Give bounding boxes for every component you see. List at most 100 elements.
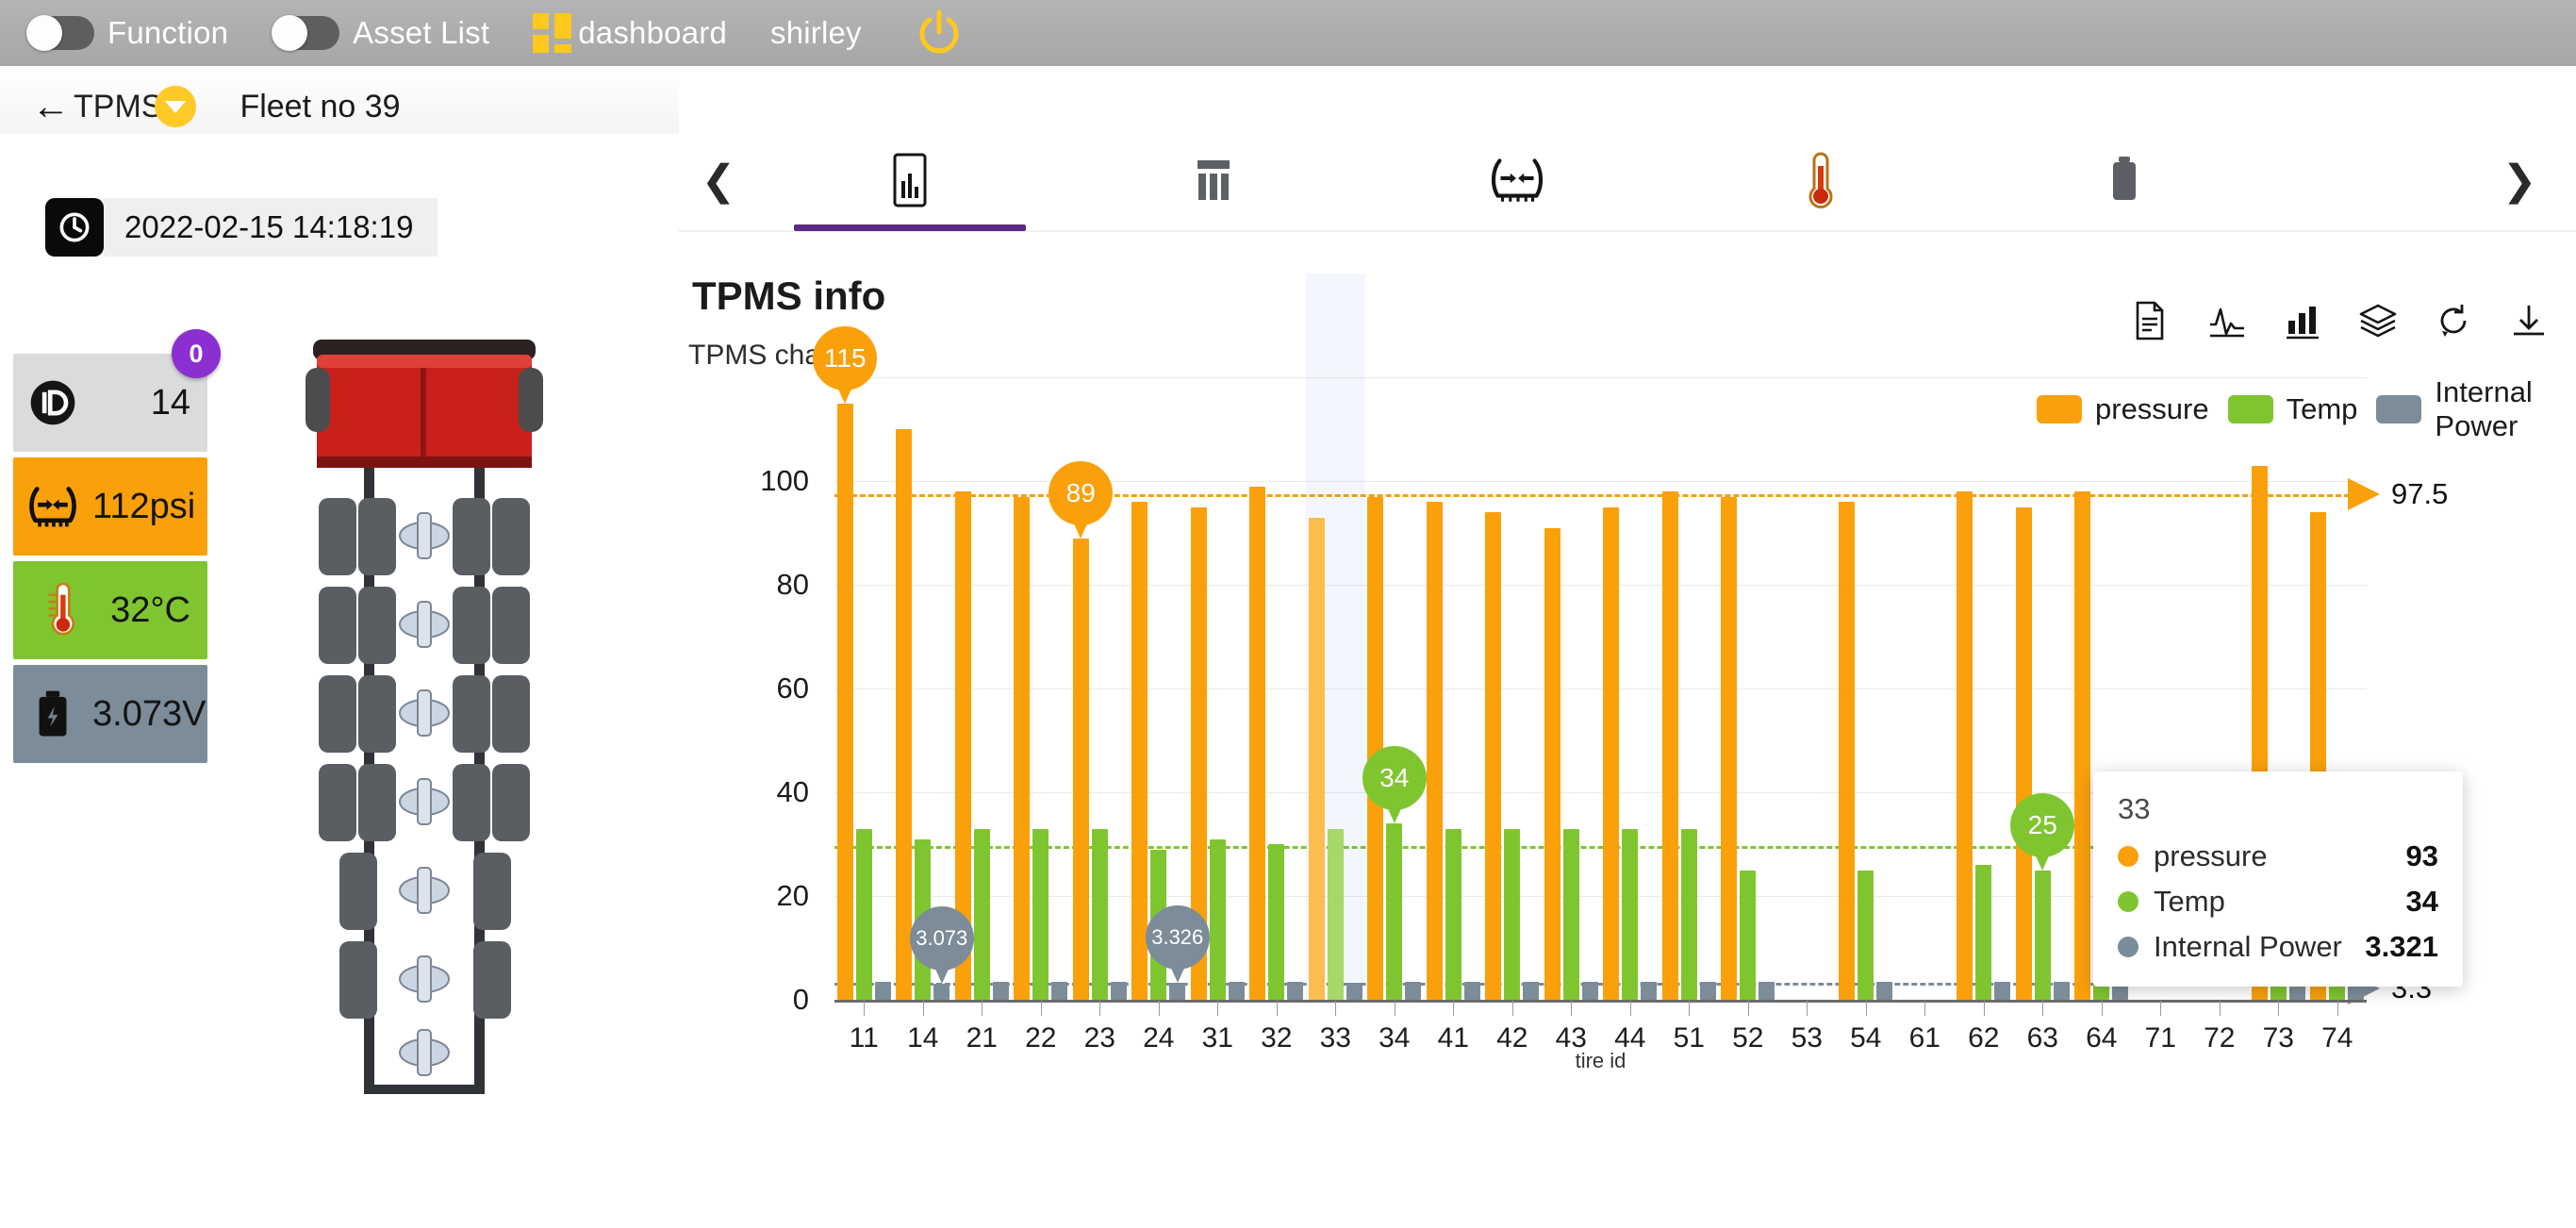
- bar-internal-power[interactable]: [1346, 982, 1362, 1000]
- chevron-down-icon[interactable]: [155, 86, 197, 127]
- bar-internal-power[interactable]: [1463, 981, 1480, 1000]
- bar-group[interactable]: [1424, 377, 1483, 1000]
- bar-temp[interactable]: [1032, 828, 1049, 1000]
- bar-internal-power[interactable]: [1994, 981, 2011, 1000]
- bar-group[interactable]: [1719, 377, 1778, 1000]
- tab-temperature[interactable]: [1669, 129, 1973, 231]
- bar-group[interactable]: [1247, 377, 1307, 1000]
- bar-group[interactable]: [1188, 377, 1247, 1000]
- bar-group[interactable]: [952, 377, 1012, 1000]
- bar-pressure[interactable]: [1308, 517, 1325, 1000]
- bar-pressure[interactable]: [1957, 491, 1973, 1000]
- temperature-card[interactable]: 32°C: [13, 561, 207, 659]
- bar-temp[interactable]: [1091, 828, 1108, 1000]
- document-icon[interactable]: [2131, 300, 2171, 340]
- bar-group[interactable]: [2013, 377, 2072, 1000]
- bar-temp[interactable]: [1209, 838, 1226, 1000]
- tab-table[interactable]: [1062, 129, 1365, 231]
- function-toggle-group[interactable]: Function: [26, 15, 228, 51]
- bar-pressure[interactable]: [1661, 491, 1678, 1000]
- y-axis-tick-label: 100: [760, 464, 809, 497]
- bar-internal-power[interactable]: [1641, 981, 1658, 1000]
- bar-internal-power[interactable]: [1523, 981, 1540, 1000]
- bar-temp[interactable]: [1975, 865, 1992, 1000]
- bar-internal-power[interactable]: [874, 981, 891, 1000]
- bar-pressure[interactable]: [1014, 496, 1031, 1000]
- bar-group[interactable]: [1895, 377, 1955, 1000]
- bar-temp[interactable]: [1680, 828, 1697, 1000]
- bar-internal-power[interactable]: [1228, 981, 1245, 1000]
- bar-internal-power[interactable]: [1699, 981, 1716, 1000]
- bar-group[interactable]: [1837, 377, 1896, 1000]
- stack-icon[interactable]: [2357, 300, 2397, 340]
- asset-list-toggle-group[interactable]: Asset List: [272, 15, 489, 51]
- bar-temp[interactable]: [855, 828, 872, 1000]
- bar-group[interactable]: [1483, 377, 1543, 1000]
- bar-temp[interactable]: [2034, 870, 2051, 1000]
- bar-pressure[interactable]: [1131, 502, 1148, 1000]
- vehicle-diagram[interactable]: [226, 330, 622, 1198]
- bar-temp[interactable]: [1327, 828, 1344, 1000]
- bar-internal-power[interactable]: [1759, 981, 1775, 1000]
- bar-temp[interactable]: [1386, 823, 1403, 1000]
- bar-pressure[interactable]: [1721, 496, 1738, 1000]
- bar-temp[interactable]: [1740, 870, 1757, 1000]
- bar-chart-icon[interactable]: [2282, 300, 2321, 340]
- bar-pressure[interactable]: [1249, 486, 1266, 1000]
- bar-group[interactable]: [1777, 377, 1837, 1000]
- bar-group[interactable]: [1955, 377, 2014, 1000]
- bar-pressure[interactable]: [896, 429, 913, 1000]
- asset-list-toggle[interactable]: [272, 15, 340, 51]
- tab-pressure[interactable]: [1365, 129, 1669, 231]
- bar-internal-power[interactable]: [992, 981, 1009, 1000]
- bar-group[interactable]: [1601, 377, 1660, 1000]
- bar-internal-power[interactable]: [2053, 981, 2070, 1000]
- bar-pressure[interactable]: [2074, 491, 2091, 1000]
- bar-group[interactable]: [834, 377, 894, 1000]
- bar-internal-power[interactable]: [1287, 981, 1304, 1000]
- user-menu[interactable]: shirley: [770, 15, 862, 51]
- average-marker-pressure: 97.5: [2348, 477, 2448, 511]
- bar-group[interactable]: [1306, 377, 1365, 1000]
- bar-internal-power[interactable]: [933, 984, 950, 1000]
- function-toggle[interactable]: [26, 15, 94, 51]
- bar-pressure[interactable]: [1426, 502, 1443, 1000]
- back-arrow-icon[interactable]: ←: [32, 88, 70, 125]
- bar-temp[interactable]: [1858, 870, 1874, 1000]
- bar-pressure[interactable]: [2015, 506, 2032, 1000]
- bar-internal-power[interactable]: [1169, 982, 1186, 1000]
- bar-pressure[interactable]: [1544, 527, 1560, 1000]
- voltage-card[interactable]: 3.073V: [13, 665, 207, 763]
- bar-internal-power[interactable]: [1051, 981, 1068, 1000]
- tab-next-button[interactable]: ❯: [2480, 129, 2559, 231]
- bar-internal-power[interactable]: [1405, 981, 1422, 1000]
- bar-group[interactable]: [1542, 377, 1601, 1000]
- bar-group[interactable]: [1365, 377, 1425, 1000]
- bar-group[interactable]: [1660, 377, 1719, 1000]
- bar-temp[interactable]: [1268, 844, 1285, 1000]
- bar-internal-power[interactable]: [1110, 981, 1127, 1000]
- download-icon[interactable]: [2508, 300, 2548, 340]
- bar-internal-power[interactable]: [1581, 981, 1598, 1000]
- refresh-icon[interactable]: [2433, 300, 2472, 340]
- id-card[interactable]: 14 0: [13, 329, 221, 452]
- pressure-card[interactable]: 112psi: [13, 457, 207, 556]
- bar-internal-power[interactable]: [1876, 981, 1893, 1000]
- bar-temp[interactable]: [1504, 828, 1521, 1000]
- bar-pressure[interactable]: [1072, 538, 1089, 1000]
- bar-pressure[interactable]: [1839, 502, 1856, 1000]
- tab-battery[interactable]: [1973, 129, 2276, 231]
- tab-chart[interactable]: [758, 129, 1062, 231]
- breadcrumb-parent[interactable]: TPMS: [74, 89, 162, 125]
- bar-pressure[interactable]: [1485, 512, 1502, 1000]
- tab-prev-button[interactable]: ❮: [679, 129, 758, 231]
- bar-temp[interactable]: [1622, 828, 1639, 1000]
- line-chart-icon[interactable]: [2206, 300, 2246, 340]
- bar-temp[interactable]: [973, 828, 990, 1000]
- bar-temp[interactable]: [1445, 828, 1461, 1000]
- bar-pressure[interactable]: [1603, 506, 1620, 1000]
- power-icon[interactable]: [915, 8, 964, 58]
- bar-pressure[interactable]: [836, 403, 853, 1000]
- bar-temp[interactable]: [1562, 828, 1579, 1000]
- dashboard-link[interactable]: dashboard: [533, 13, 727, 53]
